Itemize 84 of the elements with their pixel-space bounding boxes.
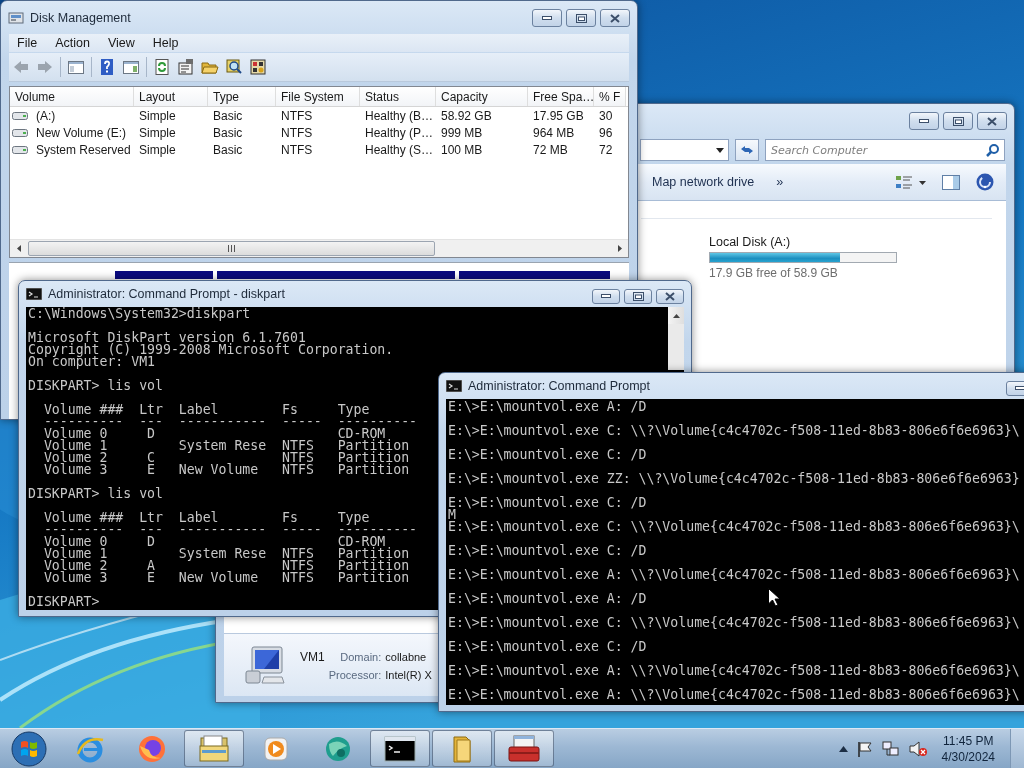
detail-label: Domain: <box>339 650 382 663</box>
clock-time[interactable]: 11:45 PM <box>943 732 994 749</box>
detail-label: Processor: <box>328 668 382 681</box>
column-header[interactable]: Layout <box>134 87 208 106</box>
menu-item[interactable]: View <box>99 35 143 51</box>
console-line: M <box>448 509 456 521</box>
table-cell-text: Basic <box>212 108 244 123</box>
table-cell-text: Healthy (S… <box>364 142 435 157</box>
column-header[interactable]: Free Spa… <box>528 87 594 106</box>
console-line: E:\>E:\mountvol.exe C: /D <box>448 641 647 653</box>
console-line: E:\>E:\mountvol.exe A: \\?\Volume{c4c4702c-f508-11ed-8b83-806e6f6e6963}\ <box>448 665 1020 677</box>
table-cell-text: Simple <box>138 142 177 157</box>
table-cell-text: New Volume (E:) <box>35 125 127 140</box>
console-line: E:\>E:\mountvol.exe A: \\?\Volume{c4c4702c-f508-11ed-8b83-806e6f6e6963}\ <box>448 569 1020 581</box>
menu-item[interactable]: Action <box>47 35 98 51</box>
table-cell-text: NTFS <box>280 142 314 157</box>
column-header[interactable]: File System <box>276 87 360 106</box>
console-line: Volume 0 D CD-ROM <box>42 536 386 548</box>
table-cell-text: Healthy (B… <box>364 108 435 123</box>
console-line: ---------- --- ----------- ----- ---------- <box>42 416 418 428</box>
console-line: On computer: VM1 <box>28 356 156 368</box>
table-cell-text: Basic <box>212 125 244 140</box>
table-cell-text: Basic <box>212 142 244 157</box>
console-line: Volume 2 C NTFS Partition <box>42 452 410 464</box>
menu-item[interactable]: File <box>9 35 46 51</box>
console-line: DISKPART> lis vol <box>28 488 163 500</box>
console-line: Volume 3 E New Volume NTFS Partition <box>42 572 410 584</box>
search-field[interactable]: Search Computer <box>765 139 1005 161</box>
table-cell-text: 999 MB <box>440 125 484 140</box>
window-title: Administrator: Command Prompt <box>468 379 650 393</box>
console-line: Copyright (C) 1999-2008 Microsoft Corporation. <box>28 344 394 356</box>
console-line: E:\>E:\mountvol.exe ZZ: \\?\Volume{c4c4702c-f508-11ed-8b83-806e6f6e6963} <box>448 473 1020 485</box>
table-cell-text: System Reserved <box>35 142 131 157</box>
console-line: Volume 1 System Rese NTFS Partition <box>42 548 410 560</box>
console-line: Microsoft DiskPart version 6.1.7601 <box>28 332 306 344</box>
console-line: C:\Windows\System32>diskpart <box>28 308 251 320</box>
console-line: Volume ### Ltr Label Fs Type <box>42 404 370 416</box>
console-line: Volume 3 E New Volume NTFS Partition <box>42 464 410 476</box>
console-line: E:\>E:\mountvol.exe C: /D <box>448 497 647 509</box>
console-line: Volume 0 D CD-ROM <box>42 428 386 440</box>
console-line: E:\>E:\mountvol.exe A: \\?\Volume{c4c4702c-f508-11ed-8b83-806e6f6e6963}\ <box>448 689 1020 701</box>
detail-value: Intel(R) X <box>385 668 432 681</box>
drive-name[interactable]: Local Disk (A:) <box>709 235 1006 249</box>
table-cell-text: 58.92 GB <box>440 108 493 123</box>
column-header[interactable]: Status <box>360 87 436 106</box>
console-line: E:\>E:\mountvol.exe C: /D <box>448 449 647 461</box>
table-cell-text: 17.95 GB <box>532 108 585 123</box>
table-cell-text: 96 <box>598 125 614 140</box>
console-line: Volume ### Ltr Label Fs Type <box>42 512 370 524</box>
table-cell-text: 100 MB <box>440 142 484 157</box>
detail-value: collabne <box>385 650 428 663</box>
column-header[interactable]: Volume <box>10 87 134 106</box>
table-cell-text: NTFS <box>280 108 314 123</box>
table-cell-text: (A:) <box>35 108 56 123</box>
table-cell-text: 72 <box>598 142 614 157</box>
table-cell-text: Healthy (P… <box>364 125 435 140</box>
more-button[interactable]: » <box>772 173 788 191</box>
map-network-drive-button[interactable]: Map network drive <box>648 173 759 191</box>
menu-item[interactable]: Help <box>144 35 187 51</box>
console-line: Volume 2 A NTFS Partition <box>42 560 410 572</box>
window-title: Administrator: Command Prompt - diskpart <box>48 287 285 301</box>
computer-name: VM1 <box>300 649 325 664</box>
table-cell-text: 964 MB <box>532 125 576 140</box>
console-line: E:\>E:\mountvol.exe A: /D <box>448 593 647 605</box>
free-space-text: 17.9 GB free of 58.9 GB <box>709 266 839 280</box>
console-line: E:\>E:\mountvol.exe C: \\?\Volume{c4c4702c-f508-11ed-8b83-806e6f6e6963}\ <box>448 521 1020 533</box>
console-line: E:\>E:\mountvol.exe A: /D <box>448 401 647 413</box>
table-cell-text: Simple <box>138 108 177 123</box>
console-line: ---------- --- ----------- ----- ---------- <box>42 524 418 536</box>
column-header[interactable]: % F <box>594 87 626 106</box>
console-line: DISKPART> lis vol <box>28 380 163 392</box>
table-cell-text: 72 MB <box>532 142 569 157</box>
console-line: E:\>E:\mountvol.exe C: /D <box>448 545 647 557</box>
clock-date[interactable]: 4/30/2024 <box>941 748 995 765</box>
window-title: Disk Management <box>30 10 131 25</box>
console-line: E:\>E:\mountvol.exe C: \\?\Volume{c4c4702c-f508-11ed-8b83-806e6f6e6963}\ <box>448 617 1020 629</box>
table-cell-text: 30 <box>598 108 614 123</box>
console-line: Volume 1 System Rese NTFS Partition <box>42 440 410 452</box>
console-line: DISKPART> <box>28 596 100 608</box>
table-cell-text: NTFS <box>280 125 314 140</box>
console-line: E:\>E:\mountvol.exe C: \\?\Volume{c4c4702c-f508-11ed-8b83-806e6f6e6963}\ <box>448 425 1020 437</box>
column-header[interactable]: Capacity <box>436 87 528 106</box>
column-header[interactable]: Type <box>208 87 276 106</box>
table-cell-text: Simple <box>138 125 177 140</box>
